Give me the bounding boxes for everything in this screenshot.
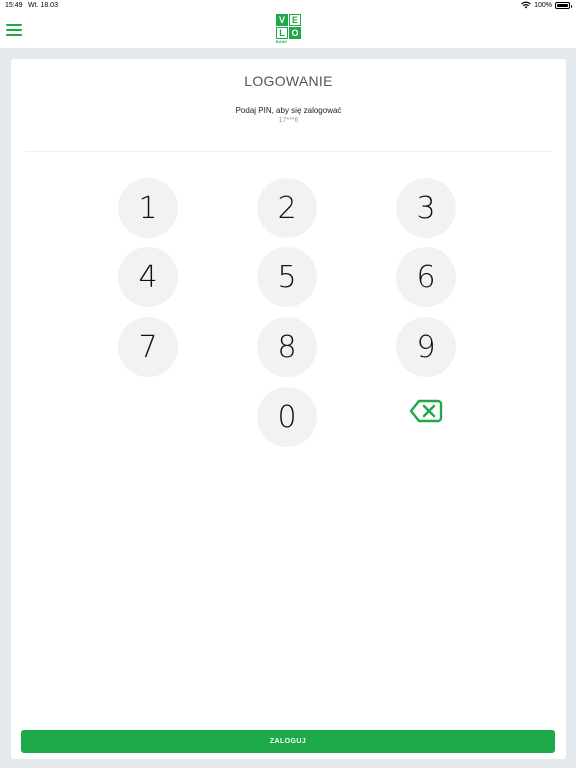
- app-header: V E L O BANK: [0, 12, 576, 48]
- keypad-key-2[interactable]: 2: [257, 178, 317, 238]
- keypad-key-8[interactable]: 8: [257, 317, 317, 377]
- logo-letter: V: [276, 14, 288, 26]
- battery-icon: [555, 1, 572, 9]
- backspace-icon: [409, 399, 443, 428]
- page-title: LOGOWANIE: [244, 73, 333, 89]
- logo-letter: L: [276, 27, 288, 39]
- status-time: 15:49: [5, 2, 23, 9]
- logo-subtitle: BANK: [276, 40, 288, 44]
- keypad-key-5[interactable]: 5: [257, 247, 317, 307]
- logo-letter: O: [289, 27, 301, 39]
- keypad-key-3[interactable]: 3: [396, 178, 456, 238]
- login-card: LOGOWANIE Podaj PIN, aby się zalogować 1…: [11, 59, 566, 759]
- keypad-key-9[interactable]: 9: [396, 317, 456, 377]
- keypad-key-1[interactable]: 1: [118, 178, 178, 238]
- logo-letter: E: [289, 14, 301, 26]
- status-date: Wt. 18.03: [28, 2, 58, 9]
- keypad-key-4[interactable]: 4: [118, 247, 178, 307]
- backspace-button[interactable]: [396, 383, 456, 443]
- hamburger-menu-icon[interactable]: [6, 23, 23, 37]
- keypad-key-0[interactable]: 0: [257, 387, 317, 447]
- velo-bank-logo: V E L O BANK: [276, 14, 301, 46]
- status-bar: 15:49 Wt. 18.03 100%: [0, 0, 576, 12]
- keypad-key-6[interactable]: 6: [396, 247, 456, 307]
- status-indicators: 100%: [521, 1, 572, 9]
- wifi-icon: [521, 1, 531, 9]
- divider: [25, 151, 552, 152]
- login-button[interactable]: ZALOGUJ: [21, 730, 555, 753]
- keypad-key-7[interactable]: 7: [118, 317, 178, 377]
- masked-user-id: 17***6: [278, 117, 299, 124]
- pin-instruction: Podaj PIN, aby się zalogować: [235, 106, 342, 115]
- battery-percent: 100%: [534, 1, 552, 9]
